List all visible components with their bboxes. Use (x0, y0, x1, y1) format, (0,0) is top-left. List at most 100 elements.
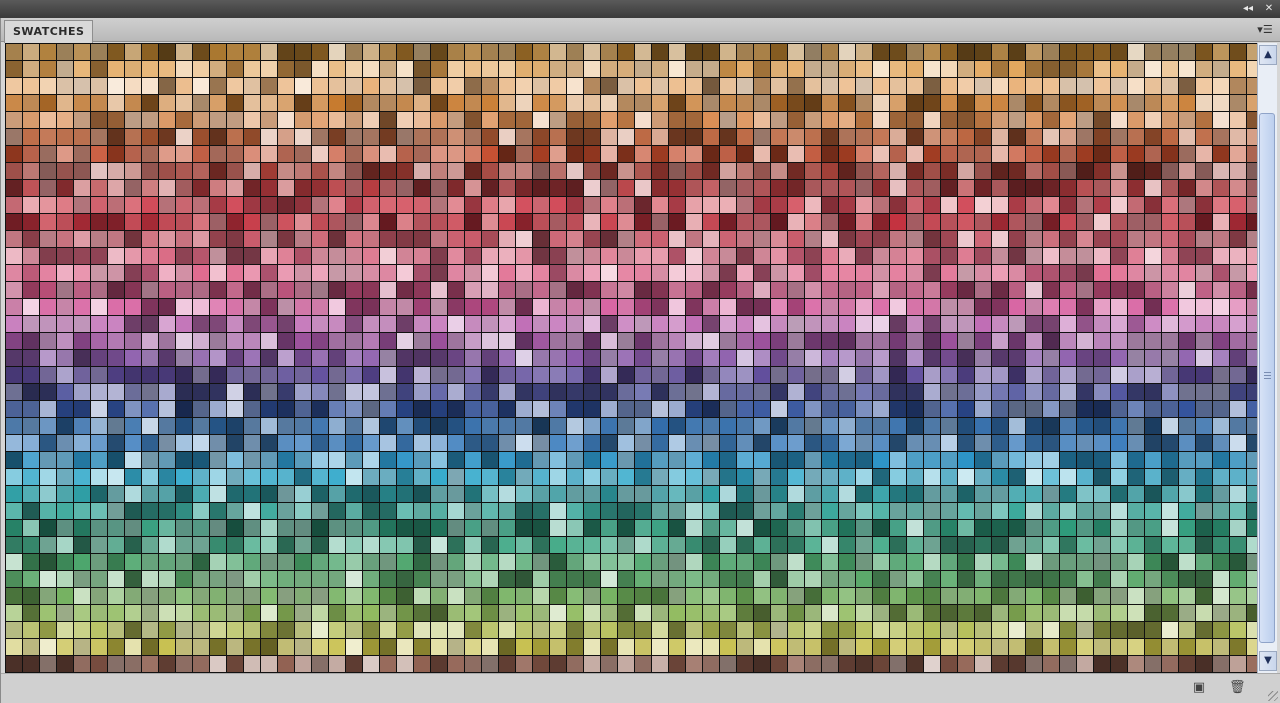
color-swatch[interactable] (278, 605, 294, 621)
color-swatch[interactable] (397, 605, 413, 621)
color-swatch[interactable] (397, 265, 413, 281)
color-swatch[interactable] (380, 146, 396, 162)
color-swatch[interactable] (261, 571, 277, 587)
color-swatch[interactable] (159, 554, 175, 570)
color-swatch[interactable] (618, 537, 634, 553)
color-swatch[interactable] (329, 503, 345, 519)
color-swatch[interactable] (1077, 231, 1093, 247)
color-swatch[interactable] (822, 588, 838, 604)
color-swatch[interactable] (1111, 214, 1127, 230)
color-swatch[interactable] (805, 571, 821, 587)
color-swatch[interactable] (618, 554, 634, 570)
color-swatch[interactable] (992, 639, 1008, 655)
color-swatch[interactable] (1213, 622, 1229, 638)
color-swatch[interactable] (839, 299, 855, 315)
color-swatch[interactable] (312, 163, 328, 179)
color-swatch[interactable] (1043, 639, 1059, 655)
color-swatch[interactable] (414, 571, 430, 587)
color-swatch[interactable] (686, 231, 702, 247)
color-swatch[interactable] (907, 282, 923, 298)
color-swatch[interactable] (1077, 384, 1093, 400)
color-swatch[interactable] (465, 571, 481, 587)
color-swatch[interactable] (788, 197, 804, 213)
color-swatch[interactable] (1043, 452, 1059, 468)
color-swatch[interactable] (1128, 401, 1144, 417)
color-swatch[interactable] (210, 384, 226, 400)
color-swatch[interactable] (550, 418, 566, 434)
close-icon[interactable]: ✕ (1261, 2, 1277, 16)
color-swatch[interactable] (40, 129, 56, 145)
color-swatch[interactable] (1145, 214, 1161, 230)
color-swatch[interactable] (822, 197, 838, 213)
color-swatch[interactable] (414, 503, 430, 519)
color-swatch[interactable] (924, 265, 940, 281)
color-swatch[interactable] (1128, 112, 1144, 128)
color-swatch[interactable] (1247, 299, 1257, 315)
color-swatch[interactable] (40, 163, 56, 179)
color-swatch[interactable] (210, 180, 226, 196)
color-swatch[interactable] (278, 61, 294, 77)
color-swatch[interactable] (312, 146, 328, 162)
color-swatch[interactable] (295, 197, 311, 213)
color-swatch[interactable] (193, 248, 209, 264)
color-swatch[interactable] (822, 333, 838, 349)
color-swatch[interactable] (975, 95, 991, 111)
color-swatch[interactable] (108, 129, 124, 145)
color-swatch[interactable] (125, 503, 141, 519)
color-swatch[interactable] (91, 656, 107, 672)
color-swatch[interactable] (584, 282, 600, 298)
color-swatch[interactable] (159, 656, 175, 672)
color-swatch[interactable] (601, 486, 617, 502)
color-swatch[interactable] (584, 129, 600, 145)
color-swatch[interactable] (482, 180, 498, 196)
color-swatch[interactable] (975, 605, 991, 621)
color-swatch[interactable] (805, 452, 821, 468)
color-swatch[interactable] (652, 282, 668, 298)
color-swatch[interactable] (584, 112, 600, 128)
color-swatch[interactable] (805, 163, 821, 179)
color-swatch[interactable] (1145, 112, 1161, 128)
color-swatch[interactable] (737, 333, 753, 349)
color-swatch[interactable] (1026, 469, 1042, 485)
color-swatch[interactable] (873, 316, 889, 332)
color-swatch[interactable] (295, 367, 311, 383)
color-swatch[interactable] (788, 486, 804, 502)
color-swatch[interactable] (499, 469, 515, 485)
color-swatch[interactable] (278, 452, 294, 468)
color-swatch[interactable] (74, 520, 90, 536)
color-swatch[interactable] (397, 469, 413, 485)
color-swatch[interactable] (159, 571, 175, 587)
color-swatch[interactable] (363, 248, 379, 264)
color-swatch[interactable] (754, 367, 770, 383)
color-swatch[interactable] (856, 418, 872, 434)
color-swatch[interactable] (873, 95, 889, 111)
color-swatch[interactable] (686, 384, 702, 400)
color-swatch[interactable] (975, 112, 991, 128)
color-swatch[interactable] (873, 503, 889, 519)
color-swatch[interactable] (465, 452, 481, 468)
color-swatch[interactable] (108, 95, 124, 111)
color-swatch[interactable] (176, 622, 192, 638)
color-swatch[interactable] (397, 588, 413, 604)
color-swatch[interactable] (346, 588, 362, 604)
color-swatch[interactable] (890, 316, 906, 332)
color-swatch[interactable] (839, 571, 855, 587)
color-swatch[interactable] (1196, 571, 1212, 587)
color-swatch[interactable] (108, 554, 124, 570)
color-swatch[interactable] (278, 486, 294, 502)
color-swatch[interactable] (1145, 571, 1161, 587)
color-swatch[interactable] (465, 401, 481, 417)
color-swatch[interactable] (1026, 350, 1042, 366)
color-swatch[interactable] (1230, 605, 1246, 621)
color-swatch[interactable] (159, 435, 175, 451)
color-swatch[interactable] (159, 316, 175, 332)
color-swatch[interactable] (737, 435, 753, 451)
color-swatch[interactable] (737, 248, 753, 264)
color-swatch[interactable] (125, 333, 141, 349)
color-swatch[interactable] (414, 367, 430, 383)
color-swatch[interactable] (57, 384, 73, 400)
color-swatch[interactable] (23, 214, 39, 230)
color-swatch[interactable] (1179, 163, 1195, 179)
color-swatch[interactable] (6, 265, 22, 281)
color-swatch[interactable] (873, 401, 889, 417)
